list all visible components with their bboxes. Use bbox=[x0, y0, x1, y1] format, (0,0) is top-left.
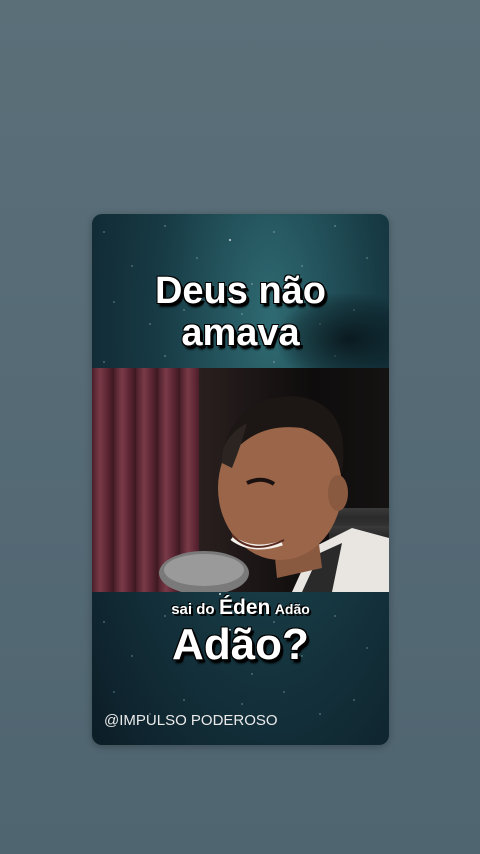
person-illustration bbox=[159, 396, 389, 592]
video-card[interactable]: Deus não amava sai do Éden Adão Adão? @I… bbox=[92, 214, 389, 745]
video-frame bbox=[92, 368, 389, 592]
subtitle-word-3: Adão bbox=[274, 601, 310, 617]
subtitle-word-2: Éden bbox=[219, 596, 271, 619]
subtitle-caption: sai do Éden Adão bbox=[92, 596, 389, 620]
headline-bottom: Adão? bbox=[172, 620, 309, 669]
subtitle-word-1: sai do bbox=[171, 601, 215, 618]
headline-top: Deus não amava bbox=[154, 270, 327, 354]
watermark-handle: @IMPULSO PODEROSO bbox=[104, 712, 278, 729]
